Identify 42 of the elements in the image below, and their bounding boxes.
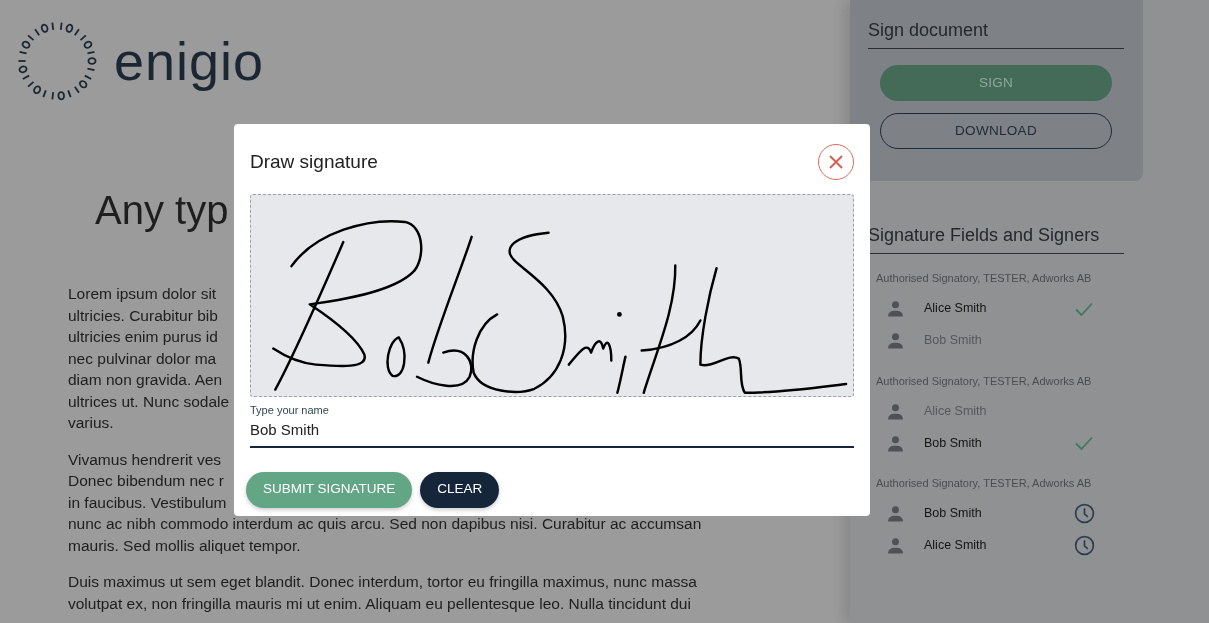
text-line: diam non gravida. Aen: [68, 370, 223, 390]
logo-icon: [16, 20, 98, 102]
document-heading: Any typ: [95, 187, 230, 234]
text-line: nec pulvinar dolor ma: [68, 348, 217, 369]
signer-name: Alice Smith: [924, 537, 988, 555]
text-line: varius.: [68, 413, 114, 433]
signer-name: Bob Smith: [924, 505, 983, 523]
person-icon: [887, 537, 904, 554]
signer-name: Alice Smith: [924, 402, 988, 420]
panel-title: Sign document: [868, 18, 1124, 49]
clock-icon: [1074, 503, 1095, 524]
signature-pad[interactable]: [250, 194, 854, 397]
close-icon: [828, 154, 844, 170]
text-line: ultrices ut. Nunc sodale: [68, 391, 230, 412]
role-label: Authorised Signatory, TESTER, Adworks AB: [876, 476, 1093, 491]
text-line: ultricies. Curabitur bib: [68, 305, 218, 326]
close-button[interactable]: [818, 144, 854, 180]
text-line: nunc ac nibh commodo interdum ac quis arcu. Sed non dapibus nisi. Curabitur ac accumsan: [68, 514, 702, 534]
text-line: Lorem ipsum dolor sit: [68, 284, 217, 304]
submit-button[interactable]: SUBMIT SIGNATURE: [246, 471, 413, 508]
person-icon: [887, 332, 904, 349]
text-line: Duis maximus ut sem eget blandit. Donec interdum, tortor eu fringilla maximus, nunc massa: [68, 572, 697, 592]
person-icon: [887, 434, 904, 452]
person-icon: [887, 505, 904, 522]
signer-name: Bob Smith: [924, 434, 983, 452]
signer-name: Bob Smith: [924, 332, 983, 350]
signer-name: Alice Smith: [924, 300, 988, 318]
text-line: Vivamus hendrerit ves: [68, 449, 222, 470]
text-line: volutpat ex, non fringilla mauris mi ut enim. Aliquam eu pellentesque leo. Nulla tincidunt dui: [68, 593, 691, 614]
text-line: mauris. Sed mollis aliquet tempor.: [68, 535, 301, 556]
clock-icon: [1074, 535, 1095, 556]
field-label: Type your name: [250, 403, 330, 417]
person-icon: [887, 300, 904, 317]
name-input[interactable]: Bob Smith: [250, 417, 854, 448]
role-label: Authorised Signatory, TESTER, Adworks AB: [876, 271, 1093, 286]
clear-button[interactable]: CLEAR: [420, 471, 500, 508]
text-line: ultricies enim purus id: [68, 327, 218, 347]
role-label: Authorised Signatory, TESTER, Adworks AB: [876, 373, 1093, 389]
text-line: Donec bibendum nec r: [68, 471, 224, 491]
dialog-title: Draw signature: [250, 150, 378, 174]
text-line: in faucibus. Vestibulum: [68, 492, 227, 513]
person-icon: [887, 402, 904, 420]
